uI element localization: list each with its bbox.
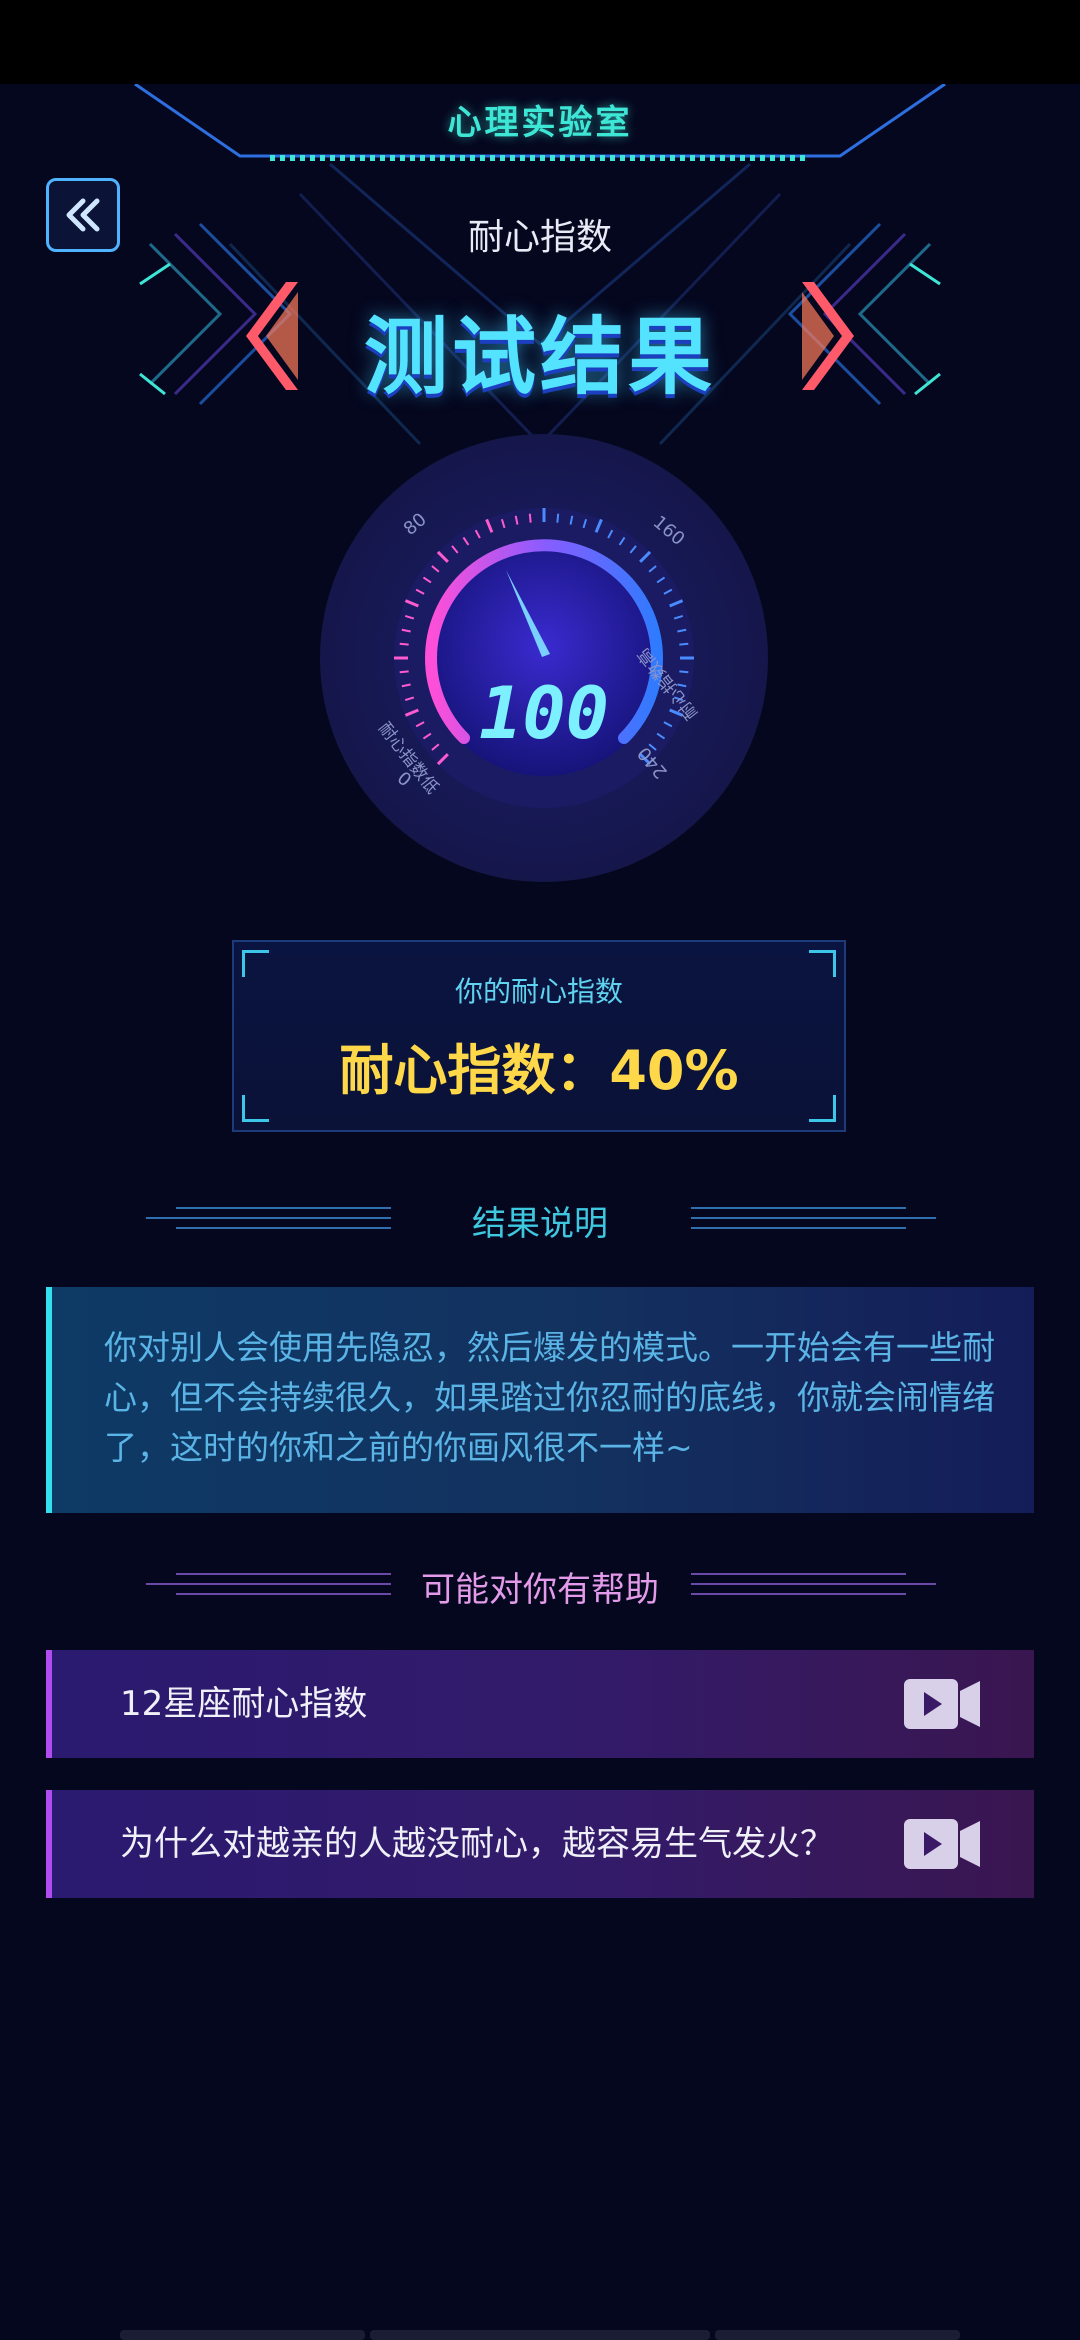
section-divider-right (691, 1207, 936, 1229)
result-title: 测试结果 (363, 308, 716, 406)
gauge-reading: 100 (479, 671, 609, 755)
video-icon (904, 1679, 980, 1729)
gauge-tick-mark (556, 513, 560, 523)
score-panel: 你的耐心指数 耐心指数：40% (232, 940, 846, 1132)
video-icon (904, 1819, 980, 1869)
explanation-card: 你对别人会使用先隐忍，然后爆发的模式。一开始会有一些耐心，但不会持续很久，如果踏… (46, 1287, 1034, 1513)
test-name: 耐心指数 (467, 217, 612, 258)
status-bar (0, 0, 1080, 84)
bottom-tab-bar-edge (120, 2330, 960, 2340)
score-label: 你的耐心指数 (454, 975, 623, 1008)
explanation-text: 你对别人会使用先隐忍，然后爆发的模式。一开始会有一些耐心，但不会持续很久，如果踏… (104, 1328, 995, 1467)
gauge-tick-mark (679, 642, 689, 646)
gauge-tick-mark (679, 670, 689, 674)
section-divider-right (691, 1573, 936, 1595)
app-title: 心理实验室 (447, 103, 633, 143)
patience-gauge: 0 80 160 240 耐心指数低 耐心指数高 100 (320, 434, 768, 882)
gauge-tick-mark (399, 670, 409, 674)
gauge-tick-mark (399, 642, 409, 646)
help-item-label: 12星座耐心指数 (120, 1684, 368, 1724)
score-value: 耐心指数：40% (339, 1039, 739, 1102)
help-item-zodiac-video[interactable]: 12星座耐心指数 (46, 1650, 1034, 1758)
help-item-label: 为什么对越亲的人越没耐心，越容易生气发火？ (120, 1824, 834, 1864)
gauge-tick-mark (528, 513, 532, 523)
help-item-anger-video[interactable]: 为什么对越亲的人越没耐心，越容易生气发火？ (46, 1790, 1034, 1898)
